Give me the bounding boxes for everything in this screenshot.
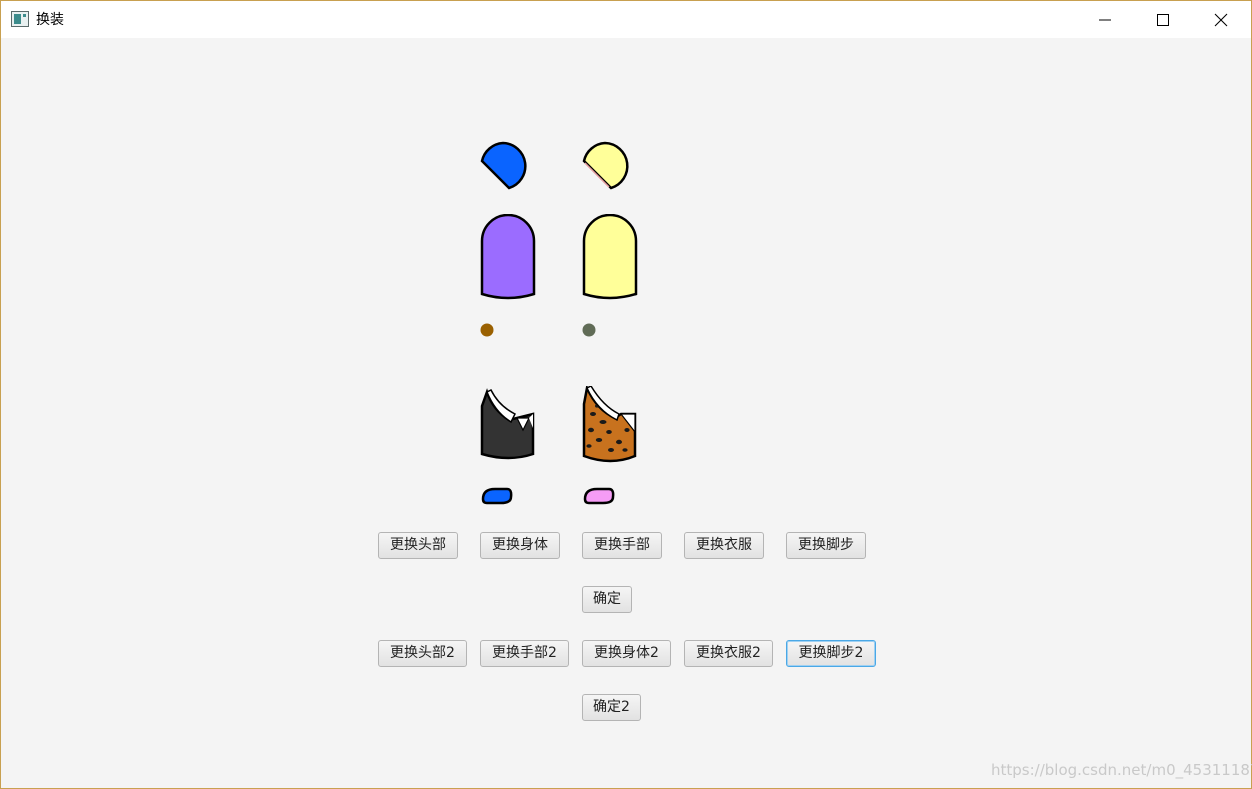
close-button[interactable] (1192, 1, 1250, 38)
change-hand-2-button[interactable]: 更换手部2 (480, 640, 569, 667)
body-2 (582, 214, 638, 300)
maximize-icon (1157, 13, 1169, 26)
maximize-button[interactable] (1134, 1, 1192, 38)
hand-1 (480, 323, 494, 337)
change-body-button[interactable]: 更换身体 (480, 532, 560, 559)
minimize-icon (1099, 19, 1111, 20)
body-1 (480, 214, 536, 300)
confirm-2-button[interactable]: 确定2 (582, 694, 641, 721)
watermark: https://blog.csdn.net/m0_45311187 (991, 761, 1252, 779)
app-icon (11, 11, 29, 27)
window-title: 换装 (36, 12, 64, 28)
minimize-button[interactable] (1076, 1, 1134, 38)
app-window: 换装 更换头部 更换身体 更换手部 更换衣服 更换脚步 确定 更换头部2 更换手… (0, 0, 1252, 789)
head-2 (582, 141, 629, 190)
change-foot-button[interactable]: 更换脚步 (786, 532, 866, 559)
foot-2 (583, 487, 615, 505)
change-foot-2-button[interactable]: 更换脚步2 (786, 640, 876, 667)
confirm-button[interactable]: 确定 (582, 586, 632, 613)
clothes-leopard-2 (582, 386, 637, 463)
foot-1 (481, 487, 513, 505)
change-clothes-button[interactable]: 更换衣服 (684, 532, 764, 559)
change-hand-button[interactable]: 更换手部 (582, 532, 662, 559)
hand-2 (582, 323, 596, 337)
title-bar[interactable]: 换装 (1, 1, 1251, 38)
close-icon (1214, 13, 1228, 26)
change-clothes-2-button[interactable]: 更换衣服2 (684, 640, 773, 667)
change-body-2-button[interactable]: 更换身体2 (582, 640, 671, 667)
change-head-2-button[interactable]: 更换头部2 (378, 640, 467, 667)
clothes-suit-1 (480, 388, 535, 460)
canvas-area: 更换头部 更换身体 更换手部 更换衣服 更换脚步 确定 更换头部2 更换手部2 … (1, 38, 1251, 788)
head-1 (480, 141, 527, 190)
change-head-button[interactable]: 更换头部 (378, 532, 458, 559)
